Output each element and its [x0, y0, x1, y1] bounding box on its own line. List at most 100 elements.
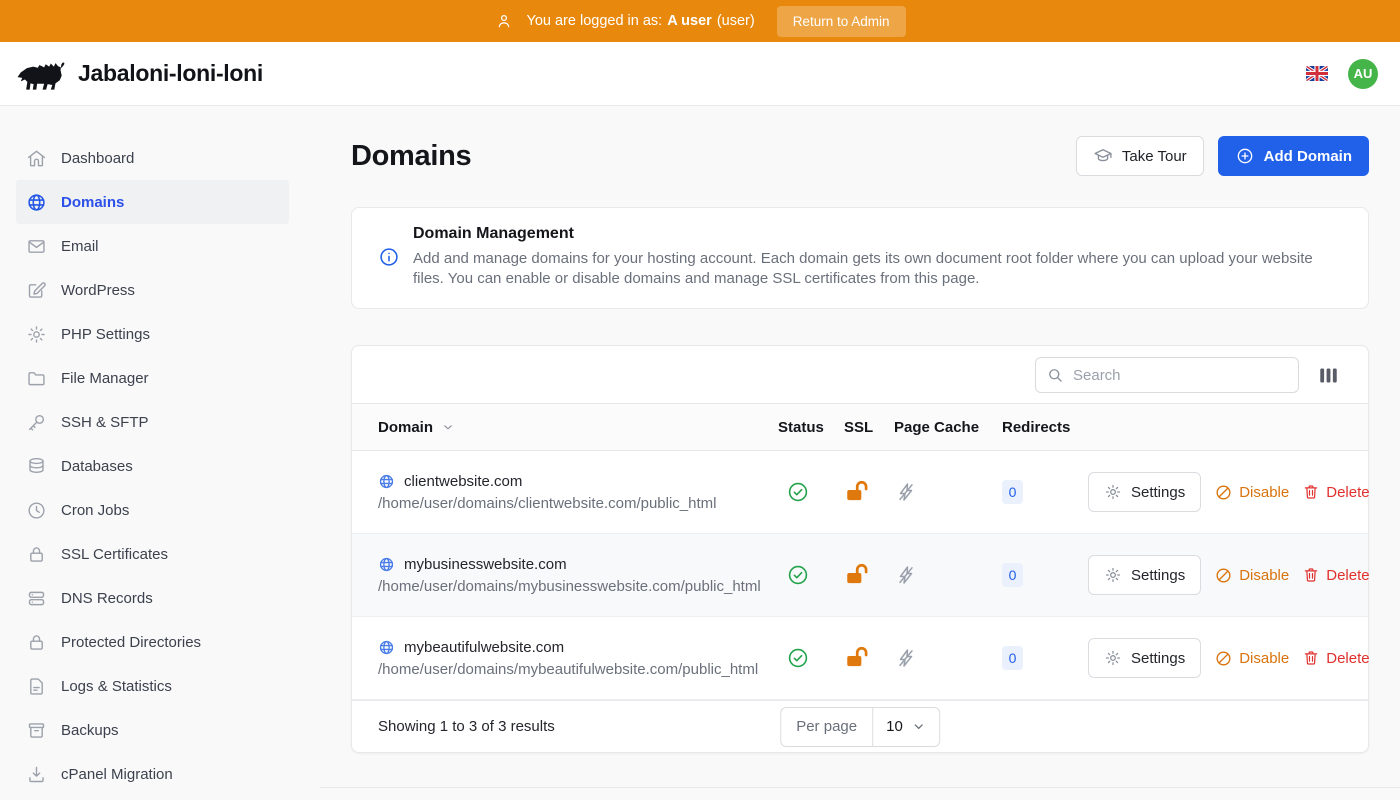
- sidebar-item-label: File Manager: [61, 370, 149, 387]
- pencil-square-icon: [26, 280, 47, 301]
- trash-icon: [1302, 483, 1320, 501]
- sidebar-item-label: Protected Directories: [61, 634, 201, 651]
- trash-icon: [1302, 649, 1320, 667]
- uk-flag-icon[interactable]: [1306, 66, 1328, 81]
- sidebar-item-ssl-certificates[interactable]: SSL Certificates: [16, 532, 289, 576]
- delete-button[interactable]: Delete: [1302, 483, 1369, 501]
- info-box-title: Domain Management: [413, 225, 1333, 243]
- sidebar-item-dns-records[interactable]: DNS Records: [16, 576, 289, 620]
- sidebar-item-php-settings[interactable]: PHP Settings: [16, 312, 289, 356]
- sort-chevron-down-icon: [441, 420, 455, 434]
- column-header-domain[interactable]: Domain: [378, 419, 778, 436]
- main-content: Domains Take Tour Add Domain Domain Mana…: [320, 106, 1400, 800]
- per-page-value: 10: [886, 718, 903, 735]
- sidebar-item-backups[interactable]: Backups: [16, 708, 289, 752]
- sidebar-item-label: PHP Settings: [61, 326, 150, 343]
- page-cache-disabled-icon[interactable]: [894, 563, 1002, 587]
- ssl-unlocked-icon[interactable]: [844, 645, 894, 671]
- per-page-label: Per page: [781, 708, 873, 746]
- results-summary: Showing 1 to 3 of 3 results: [378, 718, 555, 735]
- settings-button[interactable]: Settings: [1088, 638, 1201, 678]
- domain-row: clientwebsite.com /home/user/domains/cli…: [352, 451, 1368, 534]
- sidebar-item-label: WordPress: [61, 282, 135, 299]
- sidebar-item-label: Cron Jobs: [61, 502, 129, 519]
- table-header-row: Domain Status SSL Page Cache Redirects: [352, 403, 1368, 451]
- archive-box-icon: [26, 720, 47, 741]
- trash-icon: [1302, 566, 1320, 584]
- brand: Jabaloni-loni-loni: [16, 54, 263, 94]
- column-header-redirects: Redirects: [1002, 419, 1088, 436]
- page-cache-disabled-icon[interactable]: [894, 646, 1002, 670]
- boar-logo: [16, 54, 66, 94]
- database-icon: [26, 456, 47, 477]
- sidebar-item-logs-statistics[interactable]: Logs & Statistics: [16, 664, 289, 708]
- delete-button[interactable]: Delete: [1302, 566, 1369, 584]
- redirects-count-badge[interactable]: 0: [1002, 480, 1023, 504]
- domain-row: mybusinesswebsite.com /home/user/domains…: [352, 534, 1368, 617]
- sidebar-nav: Dashboard Domains Email WordPress PHP Se…: [0, 106, 320, 800]
- domain-management-info-box: Domain Management Add and manage domains…: [351, 207, 1369, 309]
- sidebar-item-label: SSL Certificates: [61, 546, 168, 563]
- sidebar-item-domains[interactable]: Domains: [16, 180, 289, 224]
- sidebar-item-label: Email: [61, 238, 99, 255]
- sidebar-item-cron-jobs[interactable]: Cron Jobs: [16, 488, 289, 532]
- globe-icon: [378, 473, 395, 490]
- sidebar-item-label: Databases: [61, 458, 133, 475]
- chevron-down-icon: [911, 719, 926, 734]
- header-actions: AU: [1306, 59, 1384, 89]
- sidebar-item-label: Domains: [61, 194, 124, 211]
- page-cache-disabled-icon[interactable]: [894, 480, 1002, 504]
- domains-table-card: Domain Status SSL Page Cache Redirects c…: [351, 345, 1369, 753]
- folder-icon: [26, 368, 47, 389]
- slash-circle-icon: [1214, 566, 1233, 585]
- disable-button[interactable]: Disable: [1214, 483, 1289, 502]
- redirects-count-badge[interactable]: 0: [1002, 646, 1023, 670]
- column-toggle-button[interactable]: [1316, 363, 1341, 388]
- impersonated-user-name: A user: [667, 13, 712, 29]
- sidebar-item-label: Logs & Statistics: [61, 678, 172, 695]
- gear-icon: [1104, 483, 1122, 501]
- home-icon: [26, 148, 47, 169]
- sidebar-item-databases[interactable]: Databases: [16, 444, 289, 488]
- sidebar-item-email[interactable]: Email: [16, 224, 289, 268]
- table-footer: Showing 1 to 3 of 3 results Per page 10: [352, 700, 1368, 752]
- sidebar-item-dashboard[interactable]: Dashboard: [16, 136, 289, 180]
- delete-button[interactable]: Delete: [1302, 649, 1369, 667]
- take-tour-button[interactable]: Take Tour: [1076, 136, 1204, 176]
- search-input[interactable]: [1073, 367, 1288, 384]
- sidebar-item-wordpress[interactable]: WordPress: [16, 268, 289, 312]
- domain-row: mybeautifulwebsite.com /home/user/domain…: [352, 617, 1368, 700]
- ssl-unlocked-icon[interactable]: [844, 562, 894, 588]
- sidebar-item-ssh-sftp[interactable]: SSH & SFTP: [16, 400, 289, 444]
- footer-divider: [320, 787, 1400, 800]
- key-icon: [26, 412, 47, 433]
- gear-icon: [1104, 566, 1122, 584]
- ssl-unlocked-icon[interactable]: [844, 479, 894, 505]
- disable-button[interactable]: Disable: [1214, 649, 1289, 668]
- column-header-page-cache: Page Cache: [894, 419, 1002, 436]
- slash-circle-icon: [1214, 649, 1233, 668]
- globe-icon: [378, 639, 395, 656]
- domain-name: clientwebsite.com: [378, 473, 778, 490]
- sidebar-item-file-manager[interactable]: File Manager: [16, 356, 289, 400]
- graduation-cap-icon: [1093, 146, 1113, 166]
- document-icon: [26, 676, 47, 697]
- sidebar-item-cpanel-migration[interactable]: cPanel Migration: [16, 752, 289, 796]
- add-domain-button[interactable]: Add Domain: [1218, 136, 1369, 176]
- domain-path: /home/user/domains/clientwebsite.com/pub…: [378, 495, 778, 512]
- column-header-ssl: SSL: [844, 419, 894, 436]
- redirects-count-badge[interactable]: 0: [1002, 563, 1023, 587]
- globe-icon: [378, 556, 395, 573]
- settings-button[interactable]: Settings: [1088, 472, 1201, 512]
- user-avatar[interactable]: AU: [1348, 59, 1378, 89]
- globe-icon: [26, 192, 47, 213]
- per-page-select[interactable]: Per page 10: [780, 707, 940, 747]
- return-to-admin-button[interactable]: Return to Admin: [777, 6, 906, 37]
- lock-icon: [26, 544, 47, 565]
- page-title: Domains: [351, 140, 471, 173]
- sidebar-item-protected-directories[interactable]: Protected Directories: [16, 620, 289, 664]
- settings-button[interactable]: Settings: [1088, 555, 1201, 595]
- gear-icon: [1104, 649, 1122, 667]
- disable-button[interactable]: Disable: [1214, 566, 1289, 585]
- banner-message: You are logged in as: A user (user): [527, 13, 755, 29]
